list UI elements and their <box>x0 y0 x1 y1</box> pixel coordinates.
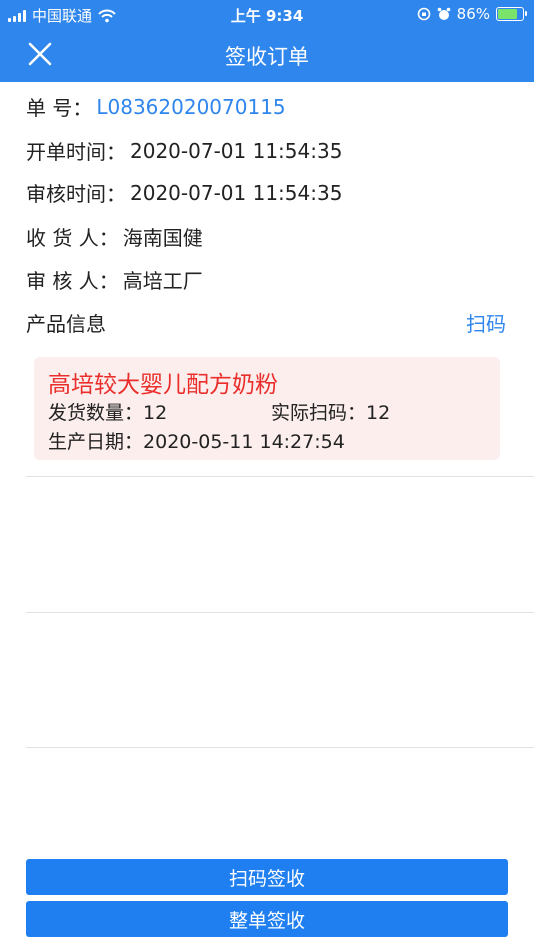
auditor-label: 审 核 人： <box>26 269 119 293</box>
open-time-label: 开单时间： <box>26 140 126 164</box>
audit-time-label: 审核时间： <box>26 182 126 206</box>
product-info-label: 产品信息 <box>26 312 106 336</box>
page-title: 签收订单 <box>225 45 309 69</box>
actual-scan: 实际扫码：12 <box>271 398 390 425</box>
receiver-row: 收 货 人： 海南国健 <box>26 222 203 251</box>
auditor-value: 高培工厂 <box>122 269 203 293</box>
order-number-value[interactable]: L08362020070115 <box>96 95 285 119</box>
list-divider <box>26 476 534 477</box>
scan-sign-button[interactable]: 扫码签收 <box>26 859 508 895</box>
prod-date: 生产日期：2020-05-11 14:27:54 <box>48 427 345 454</box>
orientation-lock-icon <box>417 7 430 21</box>
list-divider <box>26 747 534 748</box>
status-right: 86% <box>417 5 527 23</box>
prod-date-value: 2020-05-11 14:27:54 <box>143 431 345 453</box>
product-name: 高培较大婴儿配方奶粉 <box>48 372 278 398</box>
battery-percent: 86% <box>456 5 490 23</box>
actual-scan-label: 实际扫码： <box>271 402 367 424</box>
product-card[interactable]: 高培较大婴儿配方奶粉 发货数量：12 实际扫码：12 生产日期：2020-05-… <box>34 357 500 460</box>
product-info-row: 产品信息 <box>26 308 106 337</box>
order-number-row: 单 号： L08362020070115 <box>26 92 286 121</box>
status-bar: 中国联通 上午 9:34 86% <box>0 0 534 28</box>
prod-date-label: 生产日期： <box>48 431 144 453</box>
ship-qty-label: 发货数量： <box>48 402 144 424</box>
order-number-label: 单 号： <box>26 96 93 120</box>
ship-qty-value: 12 <box>143 402 168 424</box>
actual-scan-value: 12 <box>366 402 391 424</box>
ship-qty: 发货数量：12 <box>48 398 167 425</box>
whole-sign-button[interactable]: 整单签收 <box>26 901 508 937</box>
open-time-value: 2020-07-01 11:54:35 <box>130 138 343 163</box>
audit-time-value: 2020-07-01 11:54:35 <box>130 180 343 205</box>
receiver-value: 海南国健 <box>122 226 203 250</box>
open-time-row: 开单时间： 2020-07-01 11:54:35 <box>26 136 342 165</box>
receiver-label: 收 货 人： <box>26 226 119 250</box>
scan-link[interactable]: 扫码 <box>466 308 506 337</box>
battery-icon <box>496 7 527 21</box>
alarm-icon <box>437 7 450 20</box>
list-divider <box>26 612 534 613</box>
auditor-row: 审 核 人： 高培工厂 <box>26 265 203 294</box>
audit-time-row: 审核时间： 2020-07-01 11:54:35 <box>26 178 342 207</box>
nav-bar: 签收订单 <box>0 28 534 82</box>
